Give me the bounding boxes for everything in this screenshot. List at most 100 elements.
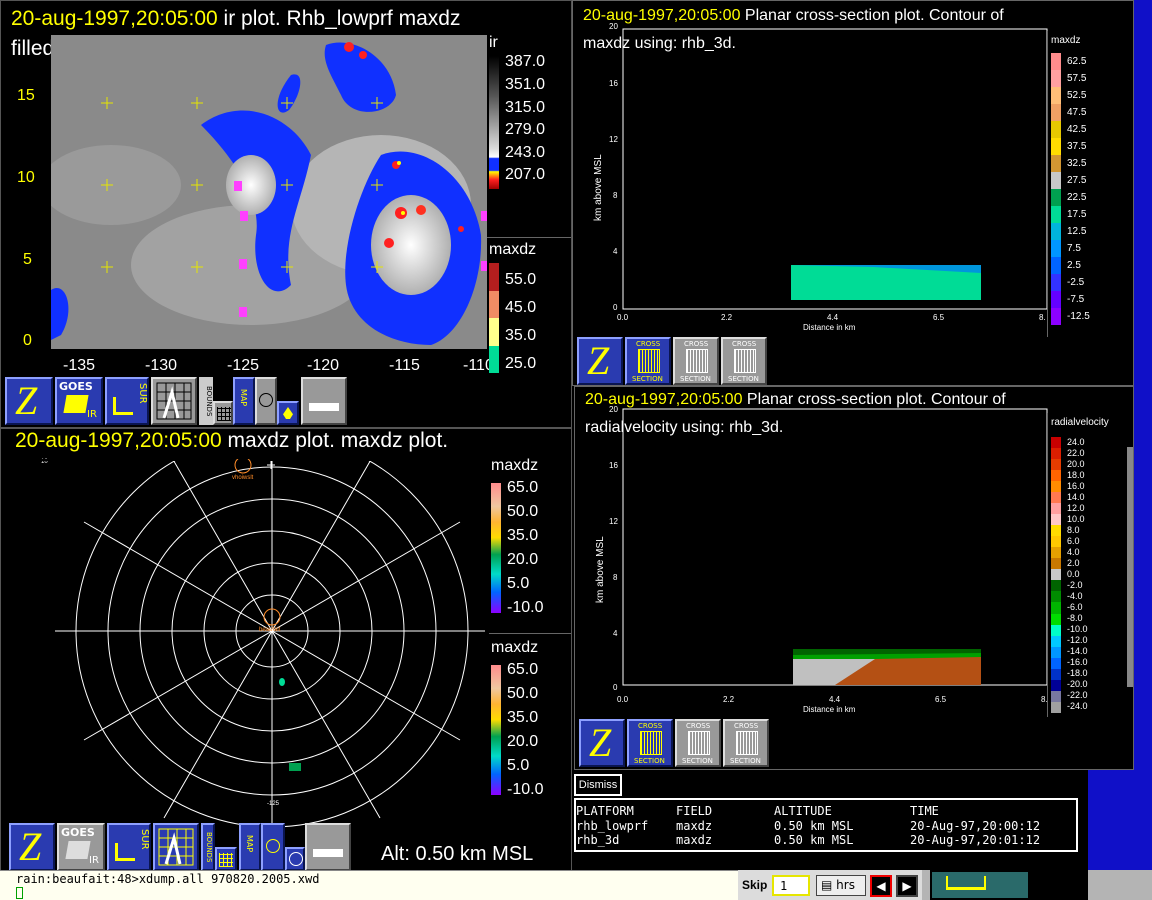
cross-label: CROSS — [636, 340, 661, 348]
cross1-plot[interactable] — [573, 21, 1051, 341]
platform-table: PLATFORM FIELD ALTITUDE TIME rhb_lowprf … — [574, 798, 1078, 852]
cross1-x-label: Distance in km — [803, 323, 856, 332]
range-ring-button[interactable] — [261, 823, 285, 871]
ppi-colorbar2-label: 65.0 — [507, 661, 539, 678]
surface-button[interactable]: SUR — [107, 823, 151, 871]
cb-swatch — [1051, 223, 1061, 240]
arrow-right-icon: ▶ — [902, 879, 912, 893]
cross2-x-tick: 4.4 — [829, 695, 841, 704]
ir-plot-window: 20-aug-1997,20:05:00 ir plot. Rhb_lowprf… — [0, 0, 572, 428]
ir-maxdz-label: 35.0 — [505, 327, 537, 344]
cb-swatch — [1051, 492, 1061, 504]
cb-swatch — [1051, 536, 1061, 548]
cross2-colorbar-label: -12.0 — [1067, 635, 1088, 645]
ir-label: IR — [87, 409, 97, 420]
terminal-window[interactable]: rain:beaufait:48>xdump.all 970820.2005.x… — [0, 870, 738, 900]
ir-colorbar-label: 207.0 — [505, 166, 546, 183]
zeb-menu-button[interactable]: Z — [579, 719, 625, 767]
zeb-menu-button[interactable]: Z — [5, 377, 53, 425]
cross2-plot[interactable] — [575, 403, 1051, 713]
table-grid-button[interactable] — [215, 847, 237, 871]
cb-swatch — [1051, 138, 1061, 155]
table-cell: 20-Aug-97,20:01:12 — [910, 833, 1041, 847]
zeb-menu-button[interactable]: Z — [577, 337, 623, 385]
cross2-colorbar-label: -6.0 — [1067, 602, 1083, 612]
cross1-y-tick: 4 — [613, 247, 618, 256]
platform-button[interactable] — [277, 401, 299, 425]
section-label: SECTION — [682, 757, 713, 765]
skip-input[interactable]: 1 — [772, 875, 810, 896]
cross2-y-tick: 16 — [609, 461, 618, 470]
table-grid-button[interactable] — [213, 401, 233, 425]
cross-section-button[interactable]: CROSS SECTION — [721, 337, 767, 385]
ir-y-tick: 0 — [23, 332, 32, 349]
ship-button[interactable] — [301, 377, 347, 425]
ppi-radar-display[interactable] — [41, 459, 485, 839]
cross2-scrollbar[interactable] — [1127, 447, 1133, 687]
bounds-button[interactable]: BOUNDS — [199, 377, 213, 425]
terminal-cursor — [16, 887, 23, 899]
ppi-colorbar-label: 20.0 — [507, 551, 539, 568]
cross1-x-tick: 6.5 — [933, 313, 945, 322]
cross2-colorbar-label: 16.0 — [1067, 481, 1085, 491]
map-button[interactable]: MAP — [239, 823, 261, 871]
ppi-colorbar2 — [491, 665, 501, 795]
cb-swatch — [1051, 657, 1061, 669]
cross2-y-tick: 20 — [609, 405, 618, 414]
skewt-button[interactable] — [153, 823, 199, 871]
taskbar-app-icon[interactable] — [930, 870, 1030, 900]
cross-section-button[interactable]: CROSS SECTION — [675, 719, 721, 767]
cb-swatch — [1051, 87, 1061, 104]
ppi-colorbar-label: 50.0 — [507, 503, 539, 520]
units-dropdown[interactable]: ▤ hrs — [816, 875, 866, 896]
range-ring-button[interactable] — [255, 377, 277, 425]
cross-section-button[interactable]: CROSS SECTION — [723, 719, 769, 767]
cross1-y-tick: 0 — [613, 303, 618, 312]
cross2-colorbar-label: 0.0 — [1067, 569, 1080, 579]
cross1-colorbar-label: -2.5 — [1067, 277, 1085, 288]
cross-section-button-active[interactable]: CROSS SECTION — [627, 719, 673, 767]
bounds-button[interactable]: BOUNDS — [201, 823, 215, 871]
circle-button[interactable] — [285, 847, 305, 871]
ship-icon — [946, 876, 986, 890]
col-header-time: TIME — [910, 804, 939, 818]
ir-label: IR — [89, 855, 99, 866]
surface-button[interactable]: SUR — [105, 377, 149, 425]
skewt-button[interactable] — [151, 377, 197, 425]
cb-swatch — [1051, 206, 1061, 223]
table-cell: 20-Aug-97,20:00:12 — [910, 819, 1041, 833]
cross-section-button[interactable]: CROSS SECTION — [673, 337, 719, 385]
range-ring-icon — [266, 839, 280, 853]
cross2-colorbar-label: 6.0 — [1067, 536, 1080, 546]
table-cell: rhb_lowprf — [576, 819, 649, 833]
cross2-colorbar-label: -10.0 — [1067, 624, 1088, 634]
cb-swatch — [1051, 291, 1061, 308]
ir-x-tick: -120 — [307, 357, 340, 374]
cross1-y-tick: 12 — [609, 135, 618, 144]
cb-swatch — [489, 345, 499, 373]
cb-swatch — [1051, 172, 1061, 189]
ir-colorbar — [489, 56, 499, 189]
cross1-y-tick: 8 — [613, 191, 618, 200]
ship-button[interactable] — [305, 823, 351, 871]
cross2-colorbar-label: -18.0 — [1067, 668, 1088, 678]
map-button[interactable]: MAP — [233, 377, 255, 425]
goes-ir-button[interactable]: GOES IR — [55, 377, 103, 425]
ppi-toolbar: Z GOES IR SUR BOUNDS MAP — [9, 823, 353, 871]
cross2-colorbar-label: -2.0 — [1067, 580, 1083, 590]
dismiss-button[interactable]: Dismiss — [574, 774, 622, 796]
goes-ir-button[interactable]: GOES IR — [57, 823, 105, 871]
cube-icon — [736, 731, 758, 755]
z-logo-icon: Z — [15, 378, 38, 423]
cross2-colorbar-label: -20.0 — [1067, 679, 1088, 689]
cross-section-button-active[interactable]: CROSS SECTION — [625, 337, 671, 385]
z-logo-icon: Z — [587, 338, 610, 383]
goes-label: GOES — [61, 826, 95, 839]
step-forward-button[interactable]: ▶ — [896, 875, 918, 897]
cube-icon — [686, 349, 708, 373]
step-back-button[interactable]: ◀ — [870, 875, 892, 897]
zeb-menu-button[interactable]: Z — [9, 823, 55, 871]
arrow-left-icon: ◀ — [876, 879, 886, 893]
cross1-colorbar-label: 12.5 — [1067, 226, 1087, 237]
ir-satellite-map[interactable] — [51, 35, 487, 349]
